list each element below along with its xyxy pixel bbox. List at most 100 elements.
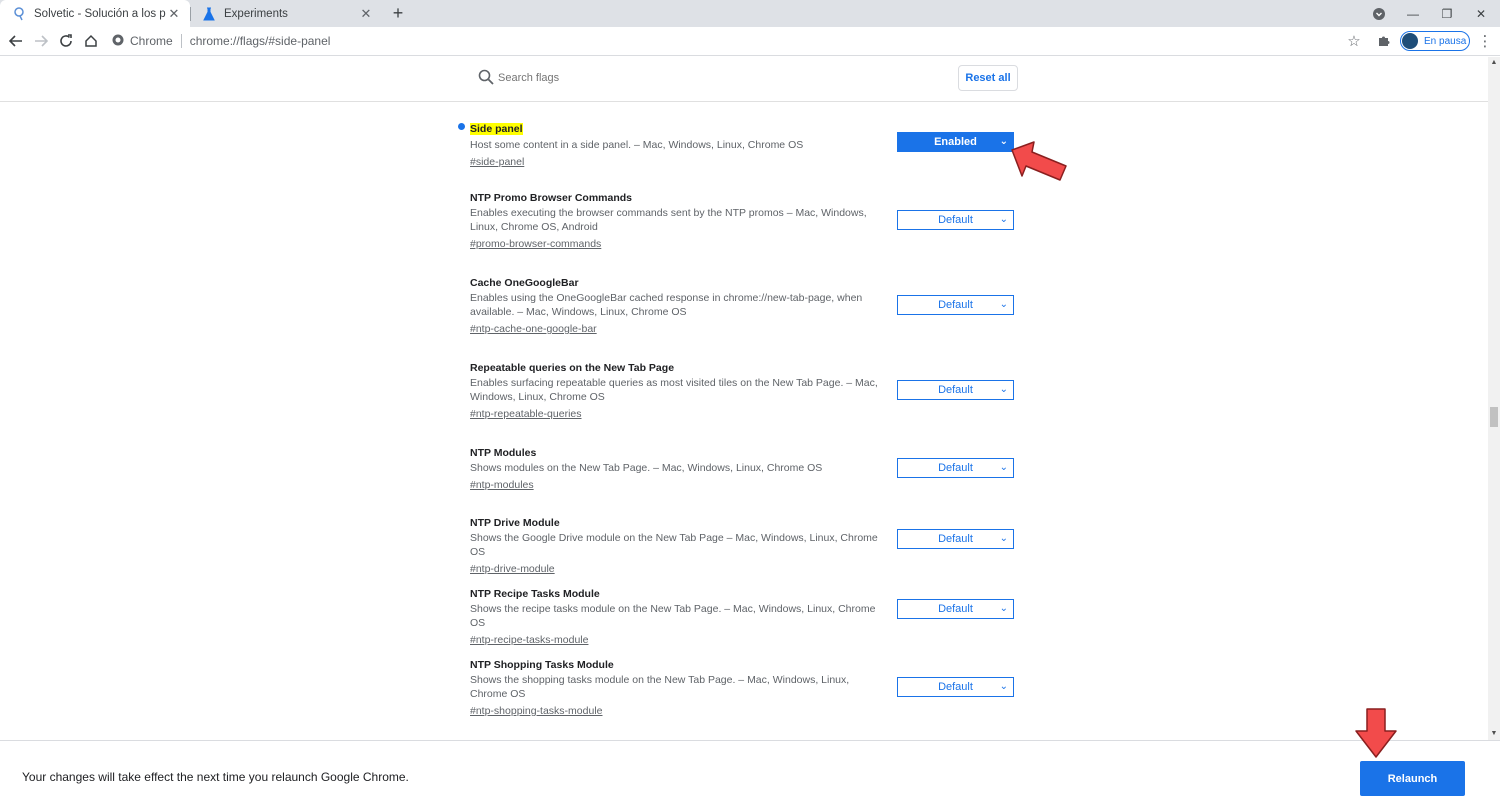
tab-separator (190, 7, 191, 21)
flag-link[interactable]: #promo-browser-commands (470, 237, 601, 251)
chevron-down-icon: ⌄ (999, 603, 1008, 614)
flag-item-repeatable-queries: Repeatable queries on the New Tab Page E… (470, 361, 1015, 422)
chevron-down-icon: ⌄ (999, 533, 1008, 544)
close-tab-icon[interactable]: ✕ (166, 6, 182, 22)
avatar (1402, 33, 1418, 49)
flag-item-ntp-drive-module: NTP Drive Module Shows the Google Drive … (470, 516, 1015, 577)
new-tab-button[interactable]: + (388, 3, 408, 23)
flag-title: NTP Promo Browser Commands (470, 192, 633, 204)
flag-link[interactable]: #ntp-recipe-tasks-module (470, 633, 588, 647)
chevron-down-icon: ⌄ (999, 299, 1008, 310)
chevron-down-icon: ⌄ (999, 136, 1008, 147)
scroll-thumb[interactable] (1490, 407, 1498, 427)
select-value: Default (938, 603, 973, 615)
omnibox-divider (180, 34, 182, 48)
tab-search-icon[interactable] (1362, 0, 1396, 27)
relaunch-bar: Your changes will take effect the next t… (0, 740, 1500, 811)
flag-link[interactable]: #ntp-modules (470, 478, 534, 492)
flag-item-ntp-shopping-tasks: NTP Shopping Tasks Module Shows the shop… (470, 658, 1015, 719)
scroll-down-arrow-icon[interactable]: ▼ (1488, 728, 1500, 740)
home-icon[interactable] (80, 30, 102, 52)
reload-icon[interactable] (55, 30, 77, 52)
tab-experiments[interactable]: Experiments ✕ (192, 0, 382, 27)
vertical-scrollbar[interactable]: ▲ ▼ (1488, 57, 1500, 740)
flag-link[interactable]: #ntp-shopping-tasks-module (470, 704, 603, 718)
tab-solvetic[interactable]: Solvetic - Solución a los problemas ✕ (0, 0, 190, 27)
search-flags-input[interactable] (498, 68, 798, 88)
tab-strip: Solvetic - Solución a los problemas ✕ Ex… (0, 0, 1500, 27)
scroll-up-arrow-icon[interactable]: ▲ (1488, 57, 1500, 69)
flask-icon (202, 7, 216, 21)
select-value: Default (938, 462, 973, 474)
flag-description: Shows modules on the New Tab Page. – Mac… (470, 462, 823, 474)
menu-dots-icon[interactable]: ⋮ (1474, 30, 1496, 52)
flag-title: NTP Shopping Tasks Module (470, 659, 614, 671)
chevron-down-icon: ⌄ (999, 681, 1008, 692)
profile-button[interactable]: En pausa (1400, 31, 1470, 51)
flag-link[interactable]: #ntp-drive-module (470, 562, 555, 576)
flag-description: Enables executing the browser commands s… (470, 207, 867, 233)
tab-title: Experiments (224, 7, 288, 20)
minimize-button[interactable]: — (1396, 0, 1430, 27)
flag-state-select[interactable]: Default ⌄ (897, 458, 1014, 478)
chevron-down-icon: ⌄ (999, 462, 1008, 473)
select-value: Enabled (934, 136, 977, 148)
extensions-puzzle-icon[interactable] (1373, 30, 1395, 52)
flag-item-cache-onegooglebar: Cache OneGoogleBar Enables using the One… (470, 276, 1015, 337)
profile-status: En pausa (1424, 35, 1467, 47)
flag-item-ntp-recipe-tasks: NTP Recipe Tasks Module Shows the recipe… (470, 587, 1015, 648)
annotation-arrow-left-icon (1011, 141, 1067, 181)
flags-page: Reset all Side panel Host some content i… (0, 57, 1488, 740)
chevron-down-icon: ⌄ (999, 214, 1008, 225)
solvetic-favicon-icon (12, 6, 26, 21)
tab-title: Solvetic - Solución a los problemas (34, 7, 166, 20)
reset-all-button[interactable]: Reset all (958, 65, 1018, 91)
flag-state-select[interactable]: Default ⌄ (897, 295, 1014, 315)
select-value: Default (938, 533, 973, 545)
back-arrow-icon[interactable] (5, 30, 27, 52)
restore-button[interactable]: ❐ (1430, 0, 1464, 27)
close-tab-icon[interactable]: ✕ (358, 6, 374, 22)
flag-item-side-panel: Side panel Host some content in a side p… (458, 119, 1015, 170)
flag-state-select[interactable]: Default ⌄ (897, 677, 1014, 697)
flag-item-ntp-modules: NTP Modules Shows modules on the New Tab… (470, 446, 1015, 493)
bookmark-star-icon[interactable]: ☆ (1343, 30, 1365, 52)
select-value: Default (938, 214, 973, 226)
flag-state-select[interactable]: Default ⌄ (897, 210, 1014, 230)
flag-description: Enables surfacing repeatable queries as … (470, 377, 878, 403)
flag-description: Shows the recipe tasks module on the New… (470, 603, 876, 629)
flag-description: Shows the Google Drive module on the New… (470, 532, 878, 558)
flag-title: Side panel (470, 123, 523, 135)
select-value: Default (938, 384, 973, 396)
url-text: chrome://flags/#side-panel (189, 34, 331, 48)
flag-link[interactable]: #side-panel (470, 155, 524, 169)
relaunch-button[interactable]: Relaunch (1360, 761, 1465, 796)
flag-link[interactable]: #ntp-cache-one-google-bar (470, 322, 597, 336)
site-chip: Chrome (130, 34, 173, 48)
select-value: Default (938, 681, 973, 693)
relaunch-message: Your changes will take effect the next t… (22, 770, 409, 784)
flag-state-select[interactable]: Default ⌄ (897, 529, 1014, 549)
flag-title: NTP Drive Module (470, 517, 560, 529)
modified-indicator (458, 123, 465, 130)
flag-item-promo-browser-commands: NTP Promo Browser Commands Enables execu… (470, 191, 1015, 252)
forward-arrow-icon[interactable] (30, 30, 52, 52)
chrome-logo-icon (112, 34, 124, 49)
flag-state-select[interactable]: Default ⌄ (897, 599, 1014, 619)
close-window-button[interactable]: ✕ (1464, 0, 1498, 27)
select-value: Default (938, 299, 973, 311)
annotation-arrow-down-icon (1355, 708, 1397, 758)
search-icon (478, 69, 494, 85)
search-header: Reset all (0, 57, 1488, 102)
flag-link[interactable]: #ntp-repeatable-queries (470, 407, 582, 421)
flag-title: Cache OneGoogleBar (470, 277, 579, 289)
chevron-down-icon: ⌄ (999, 384, 1008, 395)
omnibox[interactable]: Chrome chrome://flags/#side-panel (112, 30, 330, 52)
browser-toolbar: Chrome chrome://flags/#side-panel ☆ En p… (0, 27, 1500, 56)
flag-description: Shows the shopping tasks module on the N… (470, 674, 850, 700)
flag-title: Repeatable queries on the New Tab Page (470, 362, 675, 374)
flag-description: Enables using the OneGoogleBar cached re… (470, 292, 863, 318)
flag-state-select[interactable]: Enabled ⌄ (897, 132, 1014, 152)
flag-description: Host some content in a side panel. – Mac… (470, 139, 804, 151)
flag-state-select[interactable]: Default ⌄ (897, 380, 1014, 400)
